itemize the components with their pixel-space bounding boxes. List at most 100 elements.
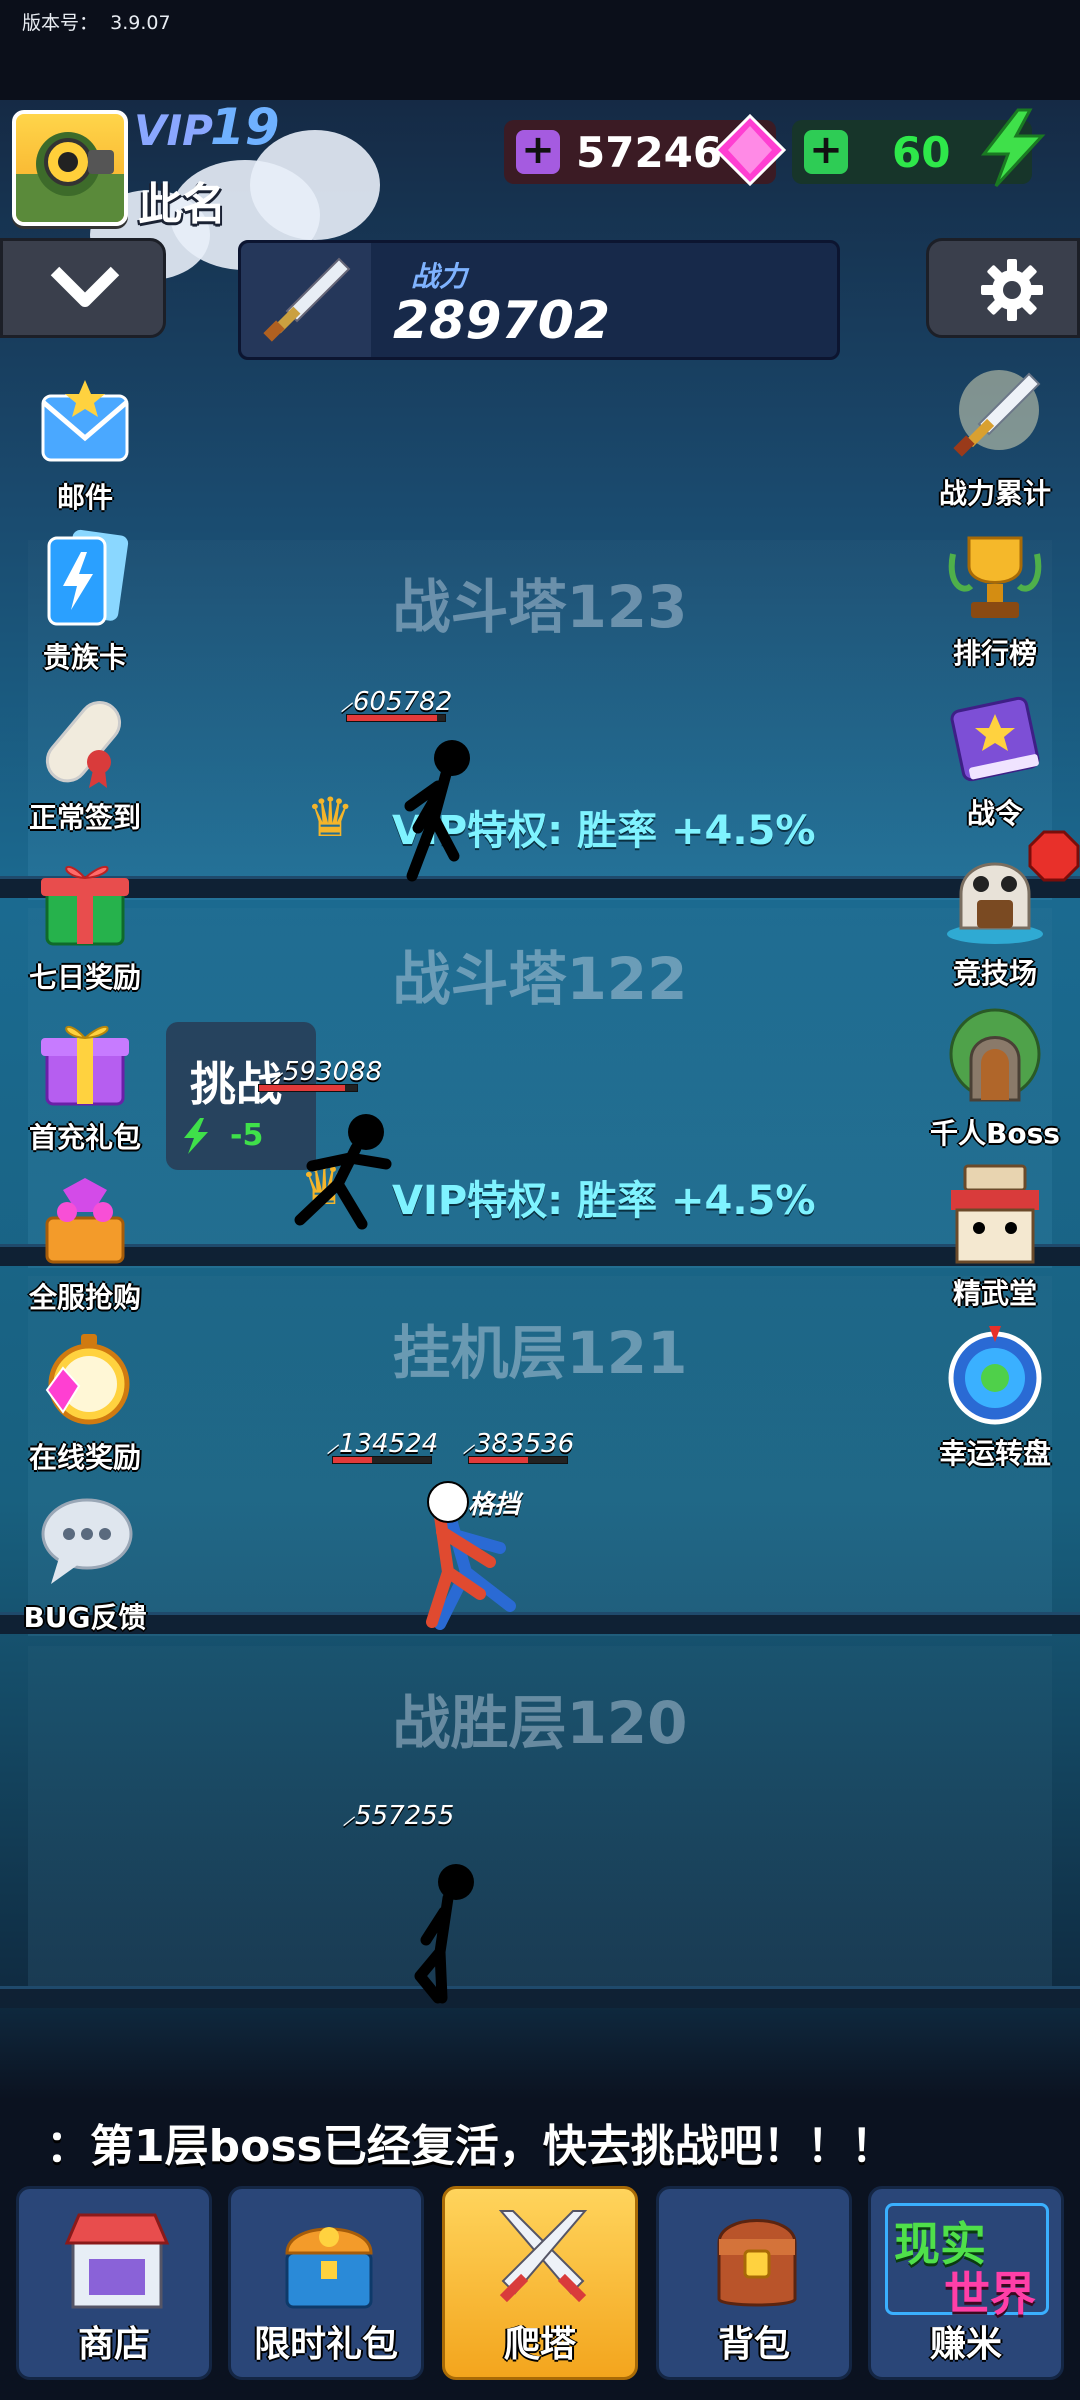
energy-count: 60	[892, 128, 951, 177]
enemy-power-label: ⸝557255	[342, 1801, 455, 1831]
menu-label: 战令	[966, 797, 1023, 830]
gem-count: 57246	[576, 128, 723, 177]
menu-noble-card[interactable]: 贵族卡	[0, 528, 170, 676]
nav-backpack[interactable]: 背包	[656, 2186, 852, 2380]
boss-gate-icon	[949, 1008, 1041, 1102]
menu-flash-sale[interactable]: 全服抢购	[0, 1168, 170, 1316]
avatar-icon	[16, 132, 124, 222]
menu-world-boss[interactable]: 千人Boss	[910, 1004, 1080, 1152]
version-text: 版本号： 3.9.07	[22, 12, 171, 34]
enemy-health-bar	[346, 714, 446, 722]
menu-label: 在线奖励	[28, 1441, 141, 1474]
nav-tower-climb[interactable]: 爬塔	[442, 2186, 638, 2380]
menu-mail[interactable]: 邮件	[0, 368, 170, 516]
chevron-down-icon	[50, 266, 120, 307]
enemy-health-bar	[258, 1084, 358, 1092]
player-health-bar	[332, 1456, 432, 1464]
menu-seven-day[interactable]: 七日奖励	[0, 848, 170, 996]
settings-button[interactable]	[926, 238, 1080, 338]
gear-icon	[981, 259, 1043, 321]
trophy-icon	[948, 536, 1042, 618]
menu-label: 全服抢购	[28, 1281, 141, 1314]
player-avatar[interactable]	[12, 110, 128, 226]
stopwatch-icon	[45, 1334, 130, 1425]
menu-label: 首充礼包	[28, 1121, 141, 1154]
challenge-cost: -5	[230, 1118, 264, 1153]
notification-badge-icon	[1028, 830, 1080, 882]
menu-label: 幸运转盘	[938, 1437, 1051, 1470]
nav-label: 背包	[717, 2324, 790, 2365]
menu-power-accumulate[interactable]: 战力累计	[910, 364, 1080, 512]
game-screen: 版本号： 3.9.07 VIP 19 此名 + 57246 + 60 战力 28…	[0, 0, 1080, 2400]
menu-leaderboard[interactable]: 排行榜	[910, 524, 1080, 672]
menu-dojo[interactable]: 精武堂	[910, 1164, 1080, 1312]
scroll-icon	[45, 701, 122, 788]
gem-icon	[713, 113, 787, 187]
mail-icon	[41, 380, 129, 462]
menu-label: 正常签到	[28, 801, 141, 834]
vip-level: 19	[210, 98, 280, 156]
menu-first-recharge[interactable]: 首充礼包	[0, 1008, 170, 1156]
menu-lucky-wheel[interactable]: 幸运转盘	[910, 1324, 1080, 1472]
power-sword-box	[241, 243, 371, 357]
add-energy-button[interactable]: +	[804, 130, 848, 174]
menu-label: 战力累计	[938, 477, 1051, 510]
treasure-chest-icon	[285, 2227, 373, 2309]
noble-card-icon	[47, 529, 129, 626]
nav-label: 爬塔	[503, 2324, 576, 2365]
menu-label: 千人Boss	[930, 1117, 1060, 1150]
book-icon	[950, 696, 1040, 782]
menu-label: 竞技场	[952, 957, 1037, 990]
gift-box-icon	[41, 1026, 129, 1106]
stickman-enemy[interactable]	[390, 1856, 500, 2006]
sword-icon	[953, 370, 1041, 457]
wheel-icon	[948, 1326, 1042, 1425]
enemy-power-label: ⸝605782	[340, 687, 453, 717]
vip-label: VIP	[134, 106, 213, 155]
player-power-label: ⸝134524	[326, 1429, 439, 1459]
real-world-icon: 现实 世界	[885, 2203, 1049, 2321]
combat-power-panel: 战力 289702	[238, 240, 840, 360]
collapse-menu-button[interactable]	[0, 238, 166, 338]
menu-label: 贵族卡	[42, 641, 127, 674]
menu-label: BUG反馈	[23, 1601, 147, 1634]
power-label: 战力	[411, 260, 468, 293]
menu-label: 七日奖励	[28, 961, 141, 994]
power-value: 289702	[393, 291, 611, 351]
lightning-icon	[980, 108, 1046, 188]
stickman-enemy[interactable]	[380, 736, 490, 886]
challenge-label: 挑战	[190, 1057, 282, 1111]
nav-limited-gift[interactable]: 限时礼包	[228, 2186, 424, 2380]
add-gems-button[interactable]: +	[516, 130, 560, 174]
menu-label: 精武堂	[952, 1277, 1037, 1310]
menu-label: 排行榜	[952, 637, 1037, 670]
menu-label: 邮件	[56, 481, 113, 514]
stickman-fighters[interactable]	[410, 1476, 550, 1636]
floor-title: 战胜层120	[392, 1689, 688, 1757]
menu-sign-in[interactable]: 正常签到	[0, 688, 170, 836]
menu-bug-report[interactable]: BUG反馈	[0, 1488, 170, 1636]
floor-base	[0, 1986, 1080, 2008]
nav-label: 商店	[77, 2324, 150, 2365]
nav-earn[interactable]: 现实 世界 赚米	[868, 2186, 1064, 2380]
backpack-icon	[717, 2219, 797, 2307]
floor-120: 战胜层120	[0, 1646, 1080, 2008]
player-name: 此名	[138, 179, 226, 230]
enemy-power-label: ⸝593088	[270, 1057, 383, 1087]
enemy-health-bar	[468, 1456, 568, 1464]
nav-label: 赚米	[929, 2324, 1002, 2365]
stickman-enemy[interactable]	[282, 1108, 412, 1238]
chat-bubble-icon	[41, 1498, 133, 1584]
sword-icon	[263, 257, 351, 342]
shop-icon	[64, 2213, 170, 2309]
menu-battle-pass[interactable]: 战令	[910, 684, 1080, 832]
crown-icon: ♛	[306, 786, 355, 849]
nav-label: 限时礼包	[253, 2324, 398, 2365]
lightning-icon	[184, 1118, 208, 1154]
menu-online-reward[interactable]: 在线奖励	[0, 1328, 170, 1476]
treasure-icon	[45, 1178, 125, 1264]
gift-icon	[41, 866, 129, 946]
announcement-ticker: ：第1层boss已经复活，快去挑战吧！！！	[46, 2121, 895, 2172]
crossed-swords-icon	[498, 2210, 588, 2303]
nav-shop[interactable]: 商店	[16, 2186, 212, 2380]
